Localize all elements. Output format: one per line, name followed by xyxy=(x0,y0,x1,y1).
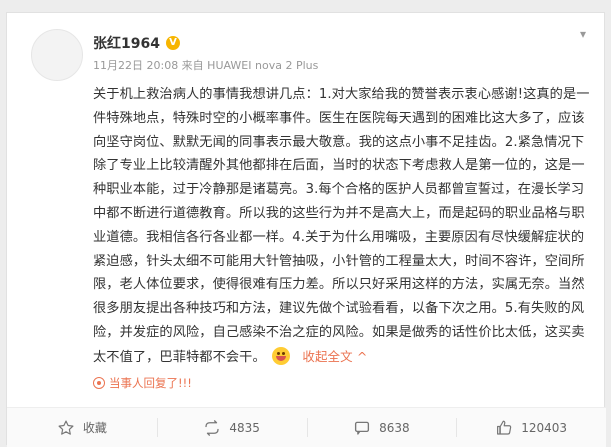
thumbs-up-icon xyxy=(495,419,513,437)
like-count: 120403 xyxy=(521,420,568,435)
comment-icon xyxy=(353,419,371,437)
repost-count: 4835 xyxy=(229,420,260,435)
comment-button[interactable]: 8638 xyxy=(306,408,457,447)
avatar[interactable] xyxy=(31,29,83,81)
favorite-button[interactable]: 收藏 xyxy=(7,408,157,447)
username-row: 张红1964 V xyxy=(93,33,180,53)
more-options-chevron-icon[interactable]: ▾ xyxy=(580,27,586,41)
post-text: 关于机上救治病人的事情我想讲几点：1.对大家给我的赞誉表示衷心感谢!这真的是一件… xyxy=(93,87,590,365)
star-icon xyxy=(57,419,75,437)
notice-link[interactable]: 当事人回复了!!! xyxy=(93,375,192,391)
repost-icon xyxy=(203,419,221,437)
post-content: 关于机上救治病人的事情我想讲几点：1.对大家给我的赞誉表示衷心感谢!这真的是一件… xyxy=(93,83,591,370)
notice-text: 当事人回复了!!! xyxy=(109,376,192,390)
favorite-label: 收藏 xyxy=(82,421,107,435)
username[interactable]: 张红1964 xyxy=(93,33,160,53)
notice-dot-icon xyxy=(93,377,105,389)
vip-badge-icon[interactable]: V xyxy=(165,36,180,50)
collapse-arrow-icon: ^ xyxy=(356,348,368,364)
comment-count: 8638 xyxy=(379,420,410,435)
weibo-post-card: 张红1964 V ▾ 11月22日 20:08 来自 HUAWEI nova 2… xyxy=(6,12,606,447)
collapse-text-link[interactable]: 收起全文 ^ xyxy=(302,349,367,364)
post-meta: 11月22日 20:08 来自 HUAWEI nova 2 Plus xyxy=(93,59,319,72)
action-bar: 收藏 4835 8638 120403 xyxy=(7,407,606,447)
collapse-label: 收起全文 xyxy=(302,348,353,364)
smile-emoji-icon xyxy=(272,346,291,365)
repost-button[interactable]: 4835 xyxy=(156,408,307,447)
like-button[interactable]: 120403 xyxy=(456,408,606,447)
